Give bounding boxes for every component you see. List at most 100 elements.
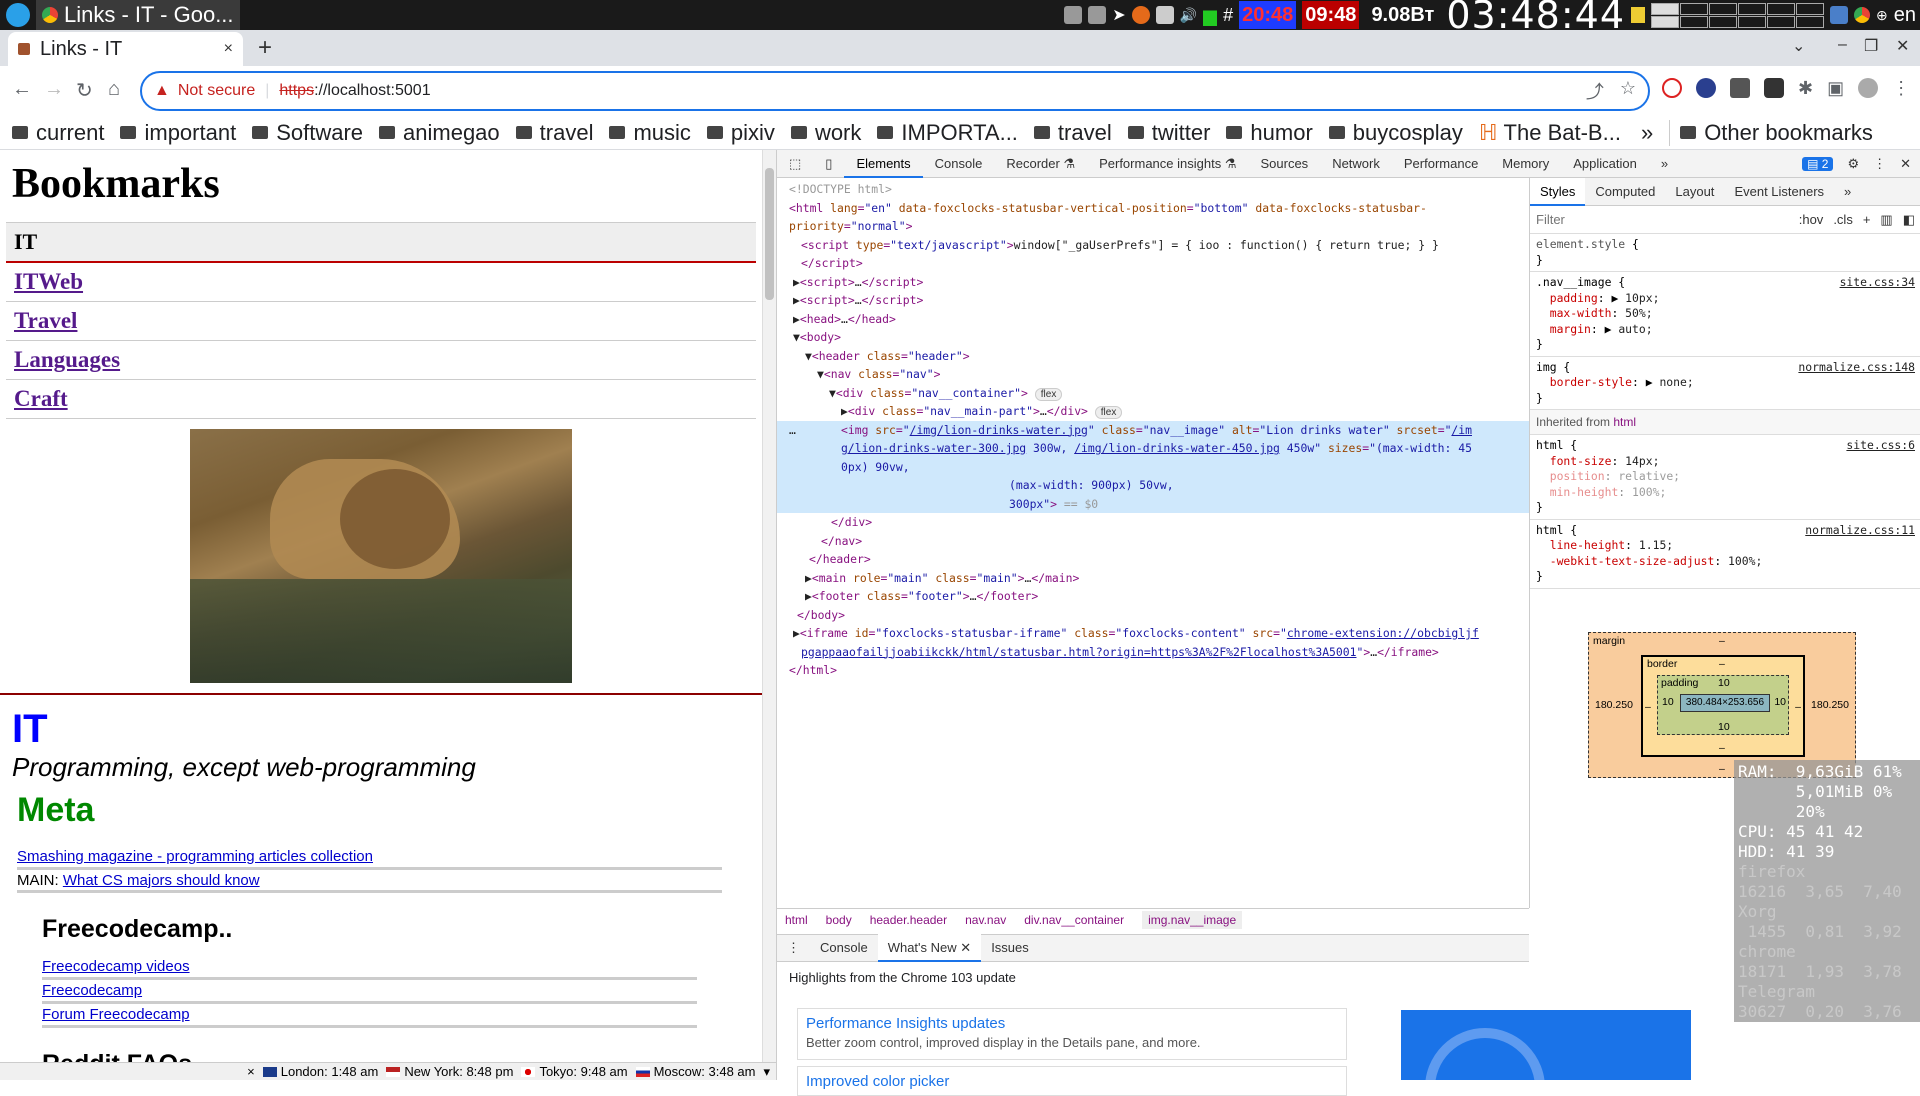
page-scrollbar[interactable] [762,150,776,1062]
bookmark-folder[interactable]: current [12,120,104,146]
tab-computed[interactable]: Computed [1585,178,1665,206]
css-rule[interactable]: html {normalize.css:11 line-height: 1.15… [1530,520,1920,589]
dom-node[interactable]: </script> [789,254,1529,273]
drawer-tab-issues[interactable]: Issues [981,934,1039,962]
dom-node[interactable]: ▶<footer class="footer">…</footer> [789,587,1529,606]
tab-event-listeners[interactable]: Event Listeners [1724,178,1834,206]
more-tabs-button[interactable]: » [1834,178,1861,206]
card-title[interactable]: Performance Insights updates [806,1015,1338,1032]
drawer-menu-icon[interactable]: ⋮ [777,934,810,962]
whats-new-card[interactable]: Performance Insights updates Better zoom… [797,1008,1347,1060]
dom-node[interactable]: ▼<header class="header"> [789,347,1529,366]
css-rule[interactable]: img {normalize.css:148 border-style: ▶ n… [1530,357,1920,410]
bookmark-folder[interactable]: buycosplay [1328,120,1463,146]
article-link[interactable]: Freecodecamp [42,982,142,999]
tab-search-icon[interactable]: ⌄ [1792,36,1805,56]
css-rule[interactable]: html {site.css:6 font-size: 14px; positi… [1530,435,1920,520]
box-model-content[interactable]: 380.484×253.656 [1680,694,1770,712]
dom-node[interactable]: <!DOCTYPE html> [789,180,1529,199]
close-icon[interactable]: ✕ [960,940,971,955]
dom-node[interactable]: ▶<div class="nav__main-part">…</div> fle… [789,402,1529,421]
cls-toggle[interactable]: .cls [1833,212,1853,228]
bookmark-folder[interactable]: work [790,120,861,146]
profile-avatar[interactable] [1858,78,1879,98]
tray-icon[interactable] [1064,6,1083,24]
nav-link[interactable]: ITWeb [6,263,756,302]
tray-icon[interactable] [1131,6,1150,24]
dom-node[interactable]: </html> [789,661,1529,680]
nav-link[interactable]: Languages [6,341,756,380]
extension-icon[interactable] [1764,78,1784,98]
nav-link[interactable]: Travel [6,302,756,341]
dom-node[interactable]: </body> [789,606,1529,625]
keyboard-icon[interactable]: ⊕ [1876,7,1888,24]
tray-icon[interactable] [1830,6,1849,24]
workspace-switcher[interactable] [1651,2,1825,28]
os-menu-icon[interactable] [6,3,30,27]
dom-node[interactable]: ▼<body> [789,328,1529,347]
dom-node[interactable]: <html lang="en" data-foxclocks-statusbar… [789,199,1529,218]
bookmarks-overflow-button[interactable]: » [1641,120,1653,146]
tab-layout[interactable]: Layout [1665,178,1724,206]
dom-node[interactable]: ▼<nav class="nav"> [789,365,1529,384]
dom-node-selected[interactable]: … <img src="/img/lion-drinks-water.jpg" c… [777,420,1529,513]
chevron-down-icon[interactable]: ▾ [763,1064,770,1080]
tray-icon[interactable] [1088,6,1107,24]
clock-entry[interactable]: Moscow: 3:48 am [635,1064,755,1079]
article-link[interactable]: What CS majors should know [63,872,260,889]
back-icon[interactable]: ← [12,78,32,101]
paint-icon[interactable]: ▥ [1880,212,1892,228]
browser-tab[interactable]: Links - IT × [8,32,243,66]
tab-close-icon[interactable]: × [224,40,233,58]
tab-console[interactable]: Console [923,150,995,178]
nav-link[interactable]: Craft [6,380,756,419]
restore-icon[interactable]: ❐ [1864,36,1878,56]
nav-item-selected[interactable]: IT [6,222,756,263]
keyboard-layout[interactable]: en [1894,4,1916,27]
whats-new-card[interactable]: Improved color picker [797,1066,1347,1096]
tab-recorder[interactable]: Recorder ⚗ [994,150,1087,178]
close-window-icon[interactable]: ✕ [1896,36,1909,56]
card-title[interactable]: Improved color picker [806,1073,1338,1090]
star-icon[interactable]: ☆ [1620,78,1636,104]
inspect-icon[interactable]: ⬚ [777,150,813,178]
tab-memory[interactable]: Memory [1490,150,1561,178]
forward-icon[interactable]: → [44,78,64,101]
settings-gear-icon[interactable]: ⚙ [1847,156,1859,172]
dom-node[interactable]: pgappaaofailjjoabiikckk/html/statusbar.h… [789,643,1529,662]
bookmark-folder[interactable]: Software [252,120,363,146]
breadcrumb-item-current[interactable]: img.nav__image [1142,910,1243,929]
elements-tree[interactable]: <!DOCTYPE html> <html lang="en" data-fox… [777,178,1529,908]
tab-styles[interactable]: Styles [1530,178,1586,206]
box-model-margin[interactable]: margin – 180.250 180.250 – border – – – … [1588,632,1856,778]
styles-filter-input[interactable] [1536,212,1726,227]
tab-application[interactable]: Application [1561,150,1649,178]
taskbar-window-button[interactable]: Links - IT - Goo... [36,0,240,30]
breadcrumb-item[interactable]: body [826,913,852,927]
dom-node[interactable]: ▶<main role="main" class="main">…</main> [789,569,1529,588]
article-link[interactable]: Forum Freecodecamp [42,1006,190,1023]
not-secure-label[interactable]: Not secure [178,82,255,100]
tray-icon[interactable] [1155,6,1174,24]
dom-node[interactable]: </nav> [789,532,1529,551]
breadcrumb-item[interactable]: div.nav__container [1024,913,1124,927]
home-icon[interactable]: ⌂ [108,78,120,101]
bookmark-folder[interactable]: pixiv [706,120,775,146]
share-icon[interactable]: ⤴ [1586,78,1604,104]
telegram-icon[interactable]: ➤ [1112,5,1125,25]
bookmark-folder[interactable]: music [609,120,691,146]
new-tab-button[interactable]: + [258,34,272,62]
extension-icon[interactable] [1730,78,1750,98]
clock-entry[interactable]: London: 1:48 am [262,1064,378,1079]
box-model-padding[interactable]: padding 10 10 10 10 380.484×253.656 [1657,675,1789,735]
css-rule[interactable]: .nav__image {site.css:34 padding: ▶ 10px… [1530,272,1920,357]
puzzle-icon[interactable]: ✱ [1798,78,1813,99]
article-link[interactable]: Smashing magazine - programming articles… [17,848,373,865]
device-toolbar-icon[interactable]: ▯ [813,150,844,178]
add-rule-icon[interactable]: + [1863,212,1871,228]
dom-node[interactable]: priority="normal"> [789,217,1529,236]
dom-node[interactable]: </header> [789,550,1529,569]
breadcrumb-item[interactable]: html [785,913,808,927]
more-tabs-button[interactable]: » [1649,150,1680,178]
bookmark-folder[interactable]: travel [515,120,593,146]
